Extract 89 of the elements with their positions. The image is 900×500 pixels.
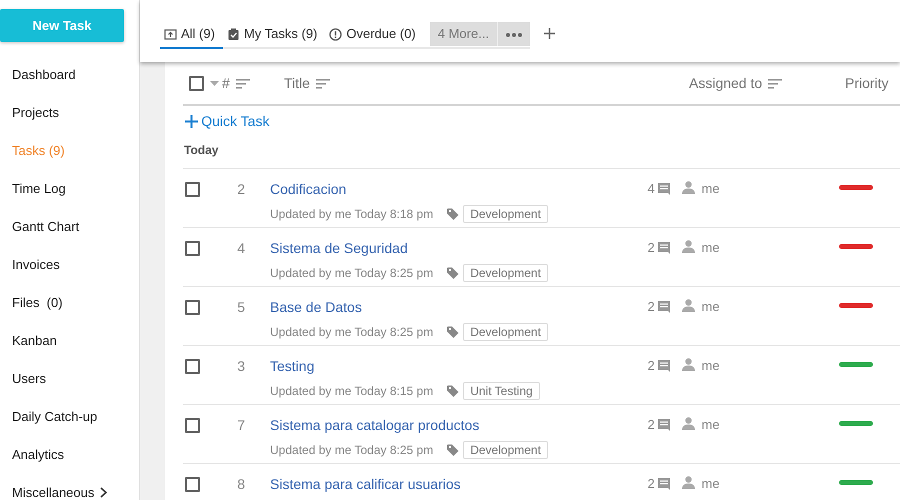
- ellipsis-icon: [506, 32, 522, 37]
- comment-icon: [658, 360, 670, 372]
- person-icon: [682, 417, 695, 430]
- comment-count: 2: [648, 357, 655, 375]
- assignee-name: me: [702, 298, 720, 316]
- tag-icon: [447, 385, 460, 397]
- sidebar-item[interactable]: Kanban: [12, 331, 57, 350]
- task-checkbox[interactable]: [185, 182, 200, 197]
- tag-label: Development: [463, 264, 548, 282]
- task-checkbox[interactable]: [185, 477, 200, 492]
- tag-icon: [447, 444, 460, 456]
- task-checkbox[interactable]: [185, 359, 200, 374]
- person-icon: [682, 358, 695, 371]
- comment-count: 2: [648, 416, 655, 434]
- comment-icon: [658, 242, 670, 254]
- group-heading: Today: [184, 142, 220, 159]
- comment-icon: [658, 419, 670, 431]
- assignee-name: me: [702, 475, 720, 493]
- sidebar-item[interactable]: Projects: [12, 103, 59, 122]
- task-number: 8: [236, 475, 245, 494]
- caret-down-icon: [210, 80, 219, 86]
- sidebar-item[interactable]: Users: [12, 369, 46, 388]
- task-title-link[interactable]: Sistema de Seguridad: [270, 240, 408, 256]
- assignee-name: me: [702, 416, 720, 434]
- comment-count: 4: [648, 180, 655, 198]
- select-all-checkbox[interactable]: [189, 76, 204, 90]
- sidebar-item[interactable]: Time Log: [12, 179, 66, 198]
- assignee-name: me: [702, 180, 720, 198]
- person-icon: [682, 181, 695, 194]
- tag-icon: [447, 326, 460, 338]
- comment-icon: [658, 183, 670, 195]
- plus-icon: [544, 28, 556, 40]
- person-icon: [682, 240, 695, 253]
- tab[interactable]: All (9): [160, 21, 223, 49]
- clipboard-check-icon: [226, 28, 240, 40]
- sidebar-item[interactable]: Daily Catch-up: [12, 407, 98, 426]
- task-title-link[interactable]: Sistema para catalogar productos: [270, 417, 480, 433]
- sidebar-item[interactable]: Invoices: [12, 255, 60, 274]
- task-number: 5: [236, 298, 245, 317]
- task-updated-text: Updated by me Today 8:25 pm: [270, 324, 434, 341]
- task-title-link[interactable]: Testing: [270, 358, 314, 374]
- sidebar-item[interactable]: Files (0): [12, 293, 63, 312]
- plus-icon: [185, 115, 198, 128]
- task-title-link[interactable]: Codificacion: [270, 181, 346, 197]
- tag-label: Unit Testing: [463, 382, 540, 400]
- tag-icon: [447, 267, 460, 279]
- task-updated-text: Updated by me Today 8:25 pm: [270, 442, 434, 459]
- comment-count: 2: [648, 298, 655, 316]
- upload-box-icon: [164, 28, 177, 40]
- sort-icon: [316, 78, 330, 88]
- person-icon: [682, 476, 695, 489]
- person-icon: [682, 299, 695, 312]
- sidebar-item[interactable]: Miscellaneous: [12, 483, 94, 500]
- comment-count: 2: [648, 239, 655, 257]
- task-number: 7: [236, 416, 245, 435]
- quick-task-button[interactable]: Quick Task: [185, 111, 270, 132]
- task-number: 4: [236, 239, 245, 258]
- number-column-header[interactable]: #: [222, 72, 284, 94]
- task-updated-text: Updated by me Today 8:25 pm: [270, 265, 434, 282]
- priority-column-header[interactable]: Priority: [845, 72, 889, 94]
- title-column-header[interactable]: Title: [284, 72, 689, 94]
- task-title-link[interactable]: Sistema para calificar usuarios: [270, 476, 461, 492]
- task-updated-text: Updated by me Today 8:18 pm: [270, 206, 434, 223]
- sort-icon: [236, 78, 250, 88]
- tag-icon: [447, 208, 460, 220]
- task-checkbox[interactable]: [185, 241, 200, 256]
- tab[interactable]: My Tasks (9): [222, 21, 326, 49]
- task-checkbox[interactable]: [185, 300, 200, 315]
- comment-icon: [658, 478, 670, 490]
- alert-circle-icon: [329, 28, 342, 40]
- sort-icon: [768, 78, 782, 88]
- tag-label: Development: [463, 323, 548, 341]
- comment-count: 2: [648, 475, 655, 493]
- sidebar-item[interactable]: Analytics: [12, 445, 64, 464]
- task-title-link[interactable]: Base de Datos: [270, 299, 362, 315]
- tag-label: Development: [463, 205, 548, 223]
- task-updated-text: Updated by me Today 8:15 pm: [270, 383, 434, 400]
- task-checkbox[interactable]: [185, 418, 200, 433]
- sidebar-item[interactable]: Dashboard: [12, 65, 76, 84]
- sidebar-item[interactable]: Gantt Chart: [12, 217, 80, 236]
- assigned-column-header[interactable]: Assigned to: [689, 72, 845, 94]
- task-number: 2: [236, 180, 245, 199]
- more-options-button[interactable]: [497, 22, 530, 46]
- tag-label: Development: [463, 441, 548, 459]
- assignee-name: me: [702, 239, 720, 257]
- assignee-name: me: [702, 357, 720, 375]
- comment-icon: [658, 301, 670, 313]
- tab[interactable]: Overdue (0): [325, 21, 424, 49]
- task-number: 3: [236, 357, 245, 376]
